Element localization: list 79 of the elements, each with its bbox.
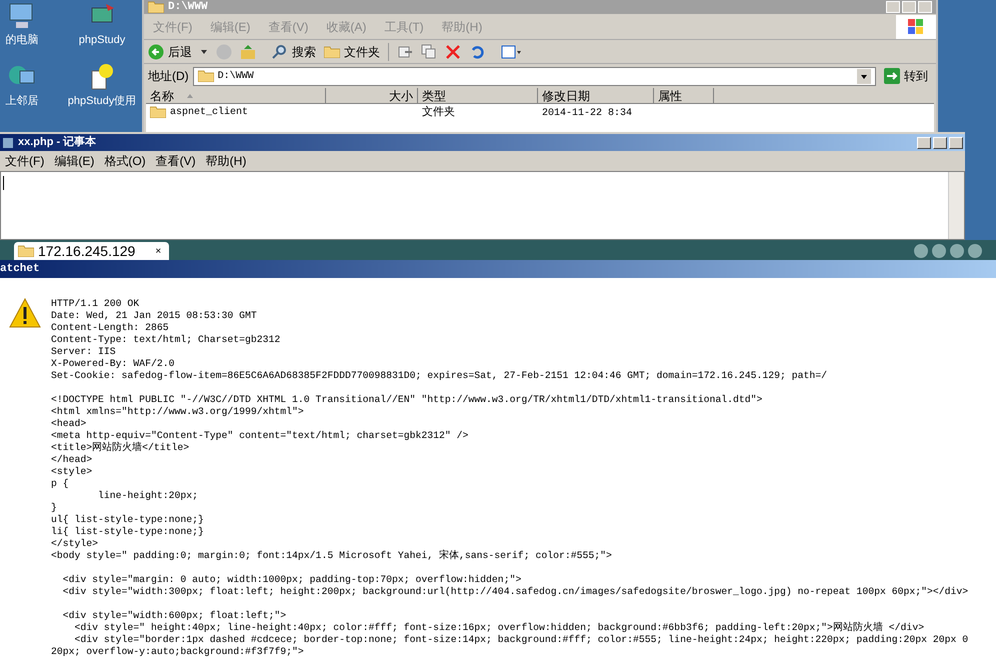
response-line: X-Powered-By: WAF/2.0 bbox=[51, 358, 174, 370]
move-icon bbox=[397, 44, 413, 60]
response-line: <div style="width:600px; float:left;"> bbox=[62, 610, 286, 622]
copy-icon bbox=[421, 44, 437, 60]
up-folder-icon bbox=[240, 44, 256, 60]
response-line: p { bbox=[51, 478, 69, 490]
view-grid-icon bbox=[501, 44, 521, 60]
desktop-icon-label[interactable]: 上邻居 bbox=[6, 92, 38, 109]
response-line: <div style="margin: 0 auto; width:1000px; padding-top:70px; overflow:hidden;"> bbox=[62, 574, 522, 586]
undo-icon bbox=[469, 44, 485, 60]
response-line: ul{ list-style-type:none;} bbox=[51, 514, 204, 526]
desktop-icon-label[interactable]: 的电脑 bbox=[6, 32, 38, 48]
response-line: </style> bbox=[51, 538, 98, 550]
back-nav-button[interactable] bbox=[914, 244, 928, 258]
minimize-button[interactable] bbox=[917, 136, 931, 148]
response-line: <div style=" height:40px; line-height:40px; color:#fff; font-size:16px; overflow:hidden; background:#6bb3f6; padding-left:20px;">网站防火墙 </div> bbox=[74, 622, 924, 634]
windows-logo-icon bbox=[908, 18, 924, 34]
column-header[interactable]: 类型 bbox=[418, 88, 538, 103]
window-title: xx.php - 记事本 bbox=[18, 134, 96, 150]
desktop-icon-label[interactable]: phpStudy bbox=[78, 32, 126, 48]
response-line: HTTP/1.1 200 OK bbox=[51, 298, 140, 310]
response-line: 20px; overflow-y:auto;background:#f3f7f9;"> bbox=[51, 646, 304, 658]
search-button[interactable]: 搜索 bbox=[272, 42, 316, 60]
browser-tab[interactable]: 172.16.245.129 × bbox=[14, 242, 170, 260]
desktop-icon-label[interactable]: phpStudy使用 bbox=[68, 92, 136, 109]
back-button[interactable]: 后退 bbox=[148, 42, 192, 60]
file-modified: 2014-11-22 8:34 bbox=[542, 108, 632, 118]
window-title: D:\WWW bbox=[168, 2, 208, 12]
column-header[interactable]: 大小 bbox=[326, 88, 418, 103]
response-line: <html xmlns="http://www.w3.org/1999/xhtml"> bbox=[51, 406, 304, 418]
text-area[interactable] bbox=[0, 171, 965, 240]
sort-arrow-icon bbox=[186, 92, 194, 100]
response-line: <div style="width:300px; float:left; height:200px; background:url(http://404.safedog.cn/images/safedogsite/broswer_logo.jpg) no-repeat 100px 60px;"></div> bbox=[62, 586, 968, 598]
response-line: <meta http-equiv="Content-Type" content="text/html; charset=gbk2312" /> bbox=[51, 430, 468, 442]
folders-button[interactable]: 文件夹 bbox=[324, 42, 380, 60]
address-field[interactable]: D:\WWW bbox=[192, 66, 876, 86]
close-button[interactable] bbox=[949, 136, 963, 148]
response-line: <head> bbox=[51, 418, 86, 430]
response-line: Content-Length: 2865 bbox=[51, 322, 169, 334]
response-line: </head> bbox=[51, 454, 92, 466]
dropdown-icon[interactable] bbox=[857, 68, 871, 84]
tab-close-button[interactable]: × bbox=[151, 244, 166, 258]
caret-icon bbox=[200, 48, 208, 56]
column-header[interactable]: 属性 bbox=[654, 88, 714, 103]
response-line: Content-Type: text/html; Charset=gb2312 bbox=[51, 334, 280, 346]
response-line: line-height:20px; bbox=[97, 490, 198, 502]
file-name[interactable]: aspnet_client bbox=[170, 104, 248, 120]
response-line: Server: IIS bbox=[51, 346, 116, 358]
menu-item[interactable]: 编辑(E) bbox=[49, 152, 100, 170]
folder-icon bbox=[148, 1, 164, 13]
response-line: <style> bbox=[51, 466, 92, 478]
folder-icon bbox=[150, 106, 166, 118]
response-line: <div style="border:1px dashed #cdcece; border-top:none; font-size:14px; background:#fff; color:#555; line-height:24px; height:220px; padding:20px 20px 0 bbox=[74, 634, 968, 646]
folders-icon bbox=[324, 46, 340, 58]
maximize-button[interactable] bbox=[933, 136, 947, 148]
search-icon bbox=[272, 44, 288, 60]
response-line: } bbox=[51, 502, 57, 514]
folder-icon bbox=[198, 70, 214, 82]
response-line: <!DOCTYPE html PUBLIC "-//W3C//DTD XHTML 1.0 Transitional//EN" "http://www.w3.org/TR/xhtml1/DTD/xhtml1-transitional.dtd"> bbox=[51, 394, 762, 406]
file-type: 文件夹 bbox=[422, 106, 455, 118]
response-line: <body style=" padding:0; margin:0; font:14px/1.5 Microsoft Yahei, 宋体,sans-serif; color:#555;"> bbox=[51, 550, 612, 562]
column-header[interactable]: 名称 bbox=[146, 88, 326, 103]
response-line: li{ list-style-type:none;} bbox=[51, 526, 204, 538]
delete-icon bbox=[445, 44, 461, 60]
restore-button[interactable] bbox=[950, 244, 964, 258]
response-line: Set-Cookie: safedog-flow-item=86E5C6A6AD68385F2FDDD770098831D0; expires=Sat, 27-Feb-2151 12:04:46 GMT; domain=172.16.245.129; path=/ bbox=[51, 370, 828, 382]
menu-item[interactable]: 查看(V) bbox=[150, 152, 201, 170]
column-header[interactable]: 修改日期 bbox=[538, 88, 654, 103]
folder-icon bbox=[18, 245, 34, 257]
menu-item[interactable]: 帮助(H) bbox=[200, 152, 252, 170]
menu-item[interactable]: 文件(F) bbox=[0, 152, 50, 170]
notepad-icon bbox=[2, 136, 14, 148]
response-line: <title>网站防火墙</title> bbox=[51, 442, 190, 454]
response-line: Date: Wed, 21 Jan 2015 08:53:30 GMT bbox=[51, 310, 257, 322]
menu-item[interactable]: 格式(O) bbox=[99, 152, 151, 170]
go-button[interactable]: 转到 bbox=[880, 67, 932, 85]
warning-icon bbox=[9, 298, 41, 328]
window-title: atchet bbox=[0, 262, 40, 277]
address-label: 地址(D) bbox=[148, 68, 189, 85]
